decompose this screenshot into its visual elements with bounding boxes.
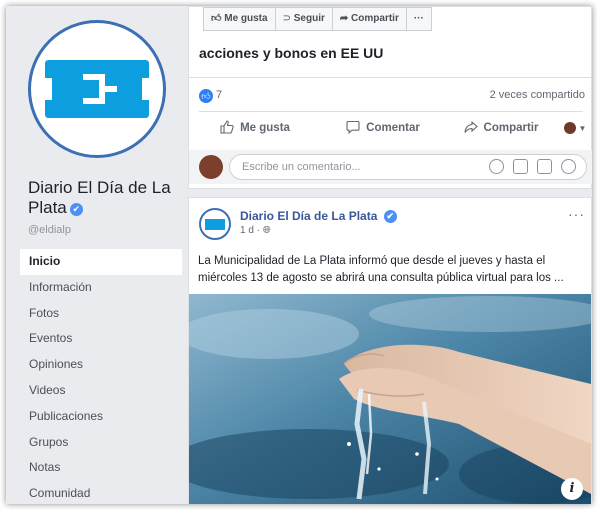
share-arrow-icon: ➦ bbox=[339, 13, 352, 24]
like-label: Me gusta bbox=[240, 122, 290, 134]
comment-tools bbox=[480, 159, 576, 174]
page-share-button[interactable]: ➦ Compartir bbox=[333, 8, 407, 30]
nav-item-informacion[interactable]: Información bbox=[20, 275, 182, 301]
like-reaction-icon: 👍︎ bbox=[199, 89, 213, 103]
water-hands-photo bbox=[189, 294, 591, 504]
eldia-logo-icon bbox=[205, 219, 225, 230]
page-username[interactable]: @eldialp bbox=[28, 224, 71, 236]
emoji-icon[interactable] bbox=[489, 159, 504, 174]
page-share-label: Compartir bbox=[351, 13, 399, 24]
nav-item-comunidad[interactable]: Comunidad bbox=[20, 481, 182, 504]
share-button[interactable]: Compartir bbox=[445, 115, 557, 141]
sticker-icon[interactable] bbox=[561, 159, 576, 174]
page-sidebar: Diario El Día de La Plata ✔ @eldialp Inic… bbox=[6, 6, 182, 504]
avatar bbox=[563, 122, 576, 134]
chevron-down-icon: ▼ bbox=[578, 123, 587, 133]
share-label: Compartir bbox=[483, 122, 539, 134]
speech-bubble-icon bbox=[346, 120, 360, 137]
page-like-button[interactable]: 👍︎ Me gusta bbox=[204, 8, 276, 30]
comment-input[interactable]: Escribe un comentario... bbox=[229, 154, 587, 180]
page-nav: Inicio Información Fotos Eventos Opinion… bbox=[20, 249, 182, 504]
like-button[interactable]: Me gusta bbox=[189, 115, 321, 141]
post-author[interactable]: Diario El Día de La Plata ✔ bbox=[240, 209, 397, 223]
page-title-text: Diario El Día de La Plata bbox=[28, 178, 171, 217]
gif-icon[interactable] bbox=[537, 159, 552, 174]
post-action-bar: Me gusta Comentar Compartir ▼ bbox=[189, 115, 592, 141]
comment-label: Comentar bbox=[366, 122, 420, 134]
post-author-name: Diario El Día de La Plata bbox=[240, 209, 378, 223]
follow-button[interactable]: ⊃ Seguir bbox=[276, 8, 333, 30]
follow-label: Seguir bbox=[293, 13, 325, 24]
verified-badge-icon: ✔ bbox=[69, 203, 83, 216]
author-avatar[interactable] bbox=[199, 208, 231, 240]
info-icon[interactable]: i bbox=[561, 478, 583, 500]
nav-item-opiniones[interactable]: Opiniones bbox=[20, 352, 182, 378]
post-timestamp[interactable]: 1 d · 🌐︎ bbox=[240, 225, 271, 236]
nav-item-notas[interactable]: Notas bbox=[20, 455, 182, 481]
nav-item-fotos[interactable]: Fotos bbox=[20, 301, 182, 327]
post-image[interactable]: i bbox=[189, 294, 591, 504]
verified-badge-icon: ✔ bbox=[383, 210, 397, 223]
page-like-label: Me gusta bbox=[224, 13, 268, 24]
nav-item-inicio[interactable]: Inicio bbox=[20, 249, 182, 275]
page-profile-picture[interactable] bbox=[28, 20, 166, 158]
nav-item-publicaciones[interactable]: Publicaciones bbox=[20, 404, 182, 430]
post-options-button[interactable]: ··· bbox=[568, 206, 585, 222]
main-feed: 👍︎ Me gusta ⊃ Seguir ➦ Compartir ··· acc… bbox=[188, 6, 592, 504]
post-card: 👍︎ Me gusta ⊃ Seguir ➦ Compartir ··· acc… bbox=[188, 6, 592, 189]
nav-item-eventos[interactable]: Eventos bbox=[20, 326, 182, 352]
page-more-button[interactable]: ··· bbox=[407, 8, 431, 30]
divider bbox=[189, 77, 592, 78]
thumbs-up-icon: 👍︎ bbox=[211, 13, 225, 24]
camera-icon[interactable] bbox=[513, 159, 528, 174]
post-as-selector[interactable]: ▼ bbox=[557, 115, 592, 141]
page-title[interactable]: Diario El Día de La Plata ✔ bbox=[28, 178, 180, 218]
comment-button[interactable]: Comentar bbox=[321, 115, 445, 141]
post-card: Diario El Día de La Plata ✔ 1 d · 🌐︎ ···… bbox=[188, 197, 592, 504]
post-headline[interactable]: acciones y bonos en EE UU bbox=[199, 45, 383, 61]
like-count[interactable]: 7 bbox=[216, 89, 222, 101]
screenshot-frame: Diario El Día de La Plata ✔ @eldialp Inic… bbox=[6, 6, 592, 504]
page-action-bar: 👍︎ Me gusta ⊃ Seguir ➦ Compartir ··· bbox=[203, 7, 432, 31]
nav-item-videos[interactable]: Videos bbox=[20, 378, 182, 404]
comment-composer: Escribe un comentario... bbox=[189, 150, 592, 184]
share-arrow-icon bbox=[463, 120, 478, 137]
rss-icon: ⊃ bbox=[282, 13, 294, 24]
post-time: 1 d · bbox=[240, 225, 263, 236]
comment-placeholder: Escribe un comentario... bbox=[242, 161, 361, 173]
eldia-logo-icon bbox=[45, 60, 149, 118]
globe-icon: 🌐︎ bbox=[262, 225, 271, 236]
thumbs-up-outline-icon bbox=[220, 119, 234, 137]
post-body-text[interactable]: La Municipalidad de La Plata informó que… bbox=[198, 253, 588, 287]
nav-item-grupos[interactable]: Grupos bbox=[20, 430, 182, 456]
divider bbox=[199, 111, 583, 112]
share-count[interactable]: 2 veces compartido bbox=[490, 89, 585, 101]
avatar bbox=[199, 155, 223, 179]
